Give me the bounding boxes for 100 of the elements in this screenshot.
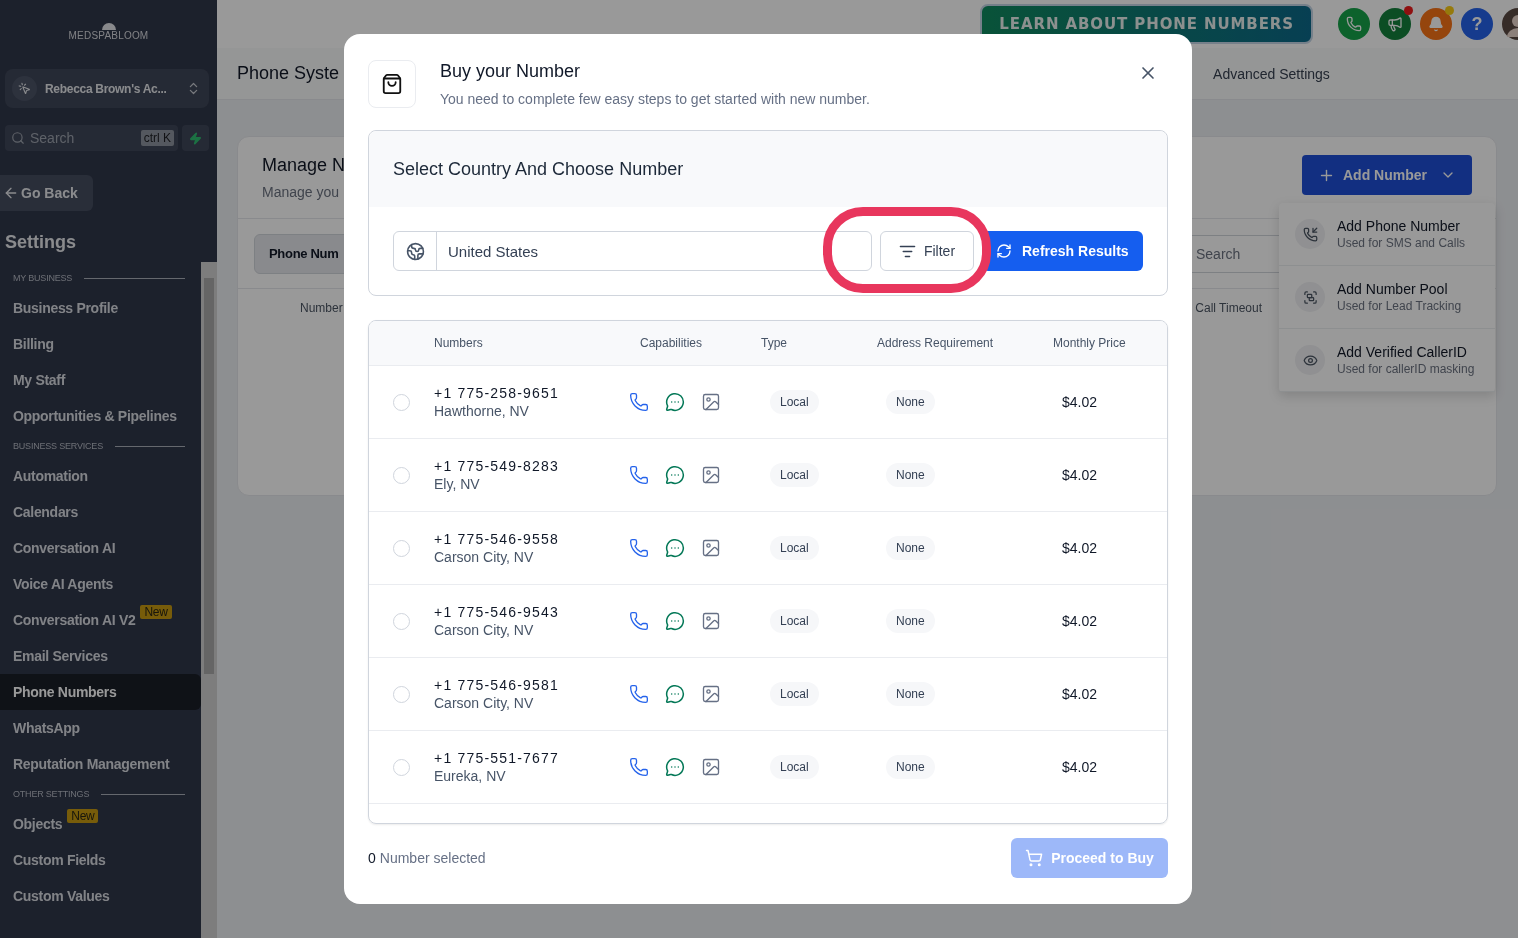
sidebar-item-label: Automation: [13, 468, 88, 484]
sidebar-item[interactable]: Reputation Management: [0, 746, 201, 782]
sidebar-item-label: Business Profile: [13, 300, 118, 316]
city-label: Carson City, NV: [434, 549, 535, 565]
phone-number: +1 775-546-9558: [434, 531, 561, 547]
shortcut-key: ctrl K: [140, 130, 174, 146]
sidebar-item-label: Custom Fields: [13, 852, 106, 868]
settings-tab[interactable]: Advanced Settings: [1213, 65, 1330, 82]
menu-item[interactable]: Add Verified CallerID Used for callerID masking: [1279, 329, 1495, 392]
city-label: Eureka, NV: [434, 768, 507, 784]
sidebar-item[interactable]: Opportunities & Pipelines: [0, 398, 201, 434]
sidebar-item[interactable]: WhatsApp: [0, 710, 201, 746]
price-cell-text: $4.02: [1061, 394, 1099, 410]
column-header: Capabilities: [639, 336, 704, 350]
sidebar-item-label: Voice AI Agents: [13, 576, 113, 592]
address-tag: None: [886, 609, 935, 633]
sidebar-item-label: Reputation Management: [13, 756, 170, 772]
country-select[interactable]: United States: [393, 231, 872, 271]
quick-action-button[interactable]: [182, 125, 209, 151]
menu-item-title: Add Phone Number: [1337, 218, 1461, 234]
selected-count: 0: [368, 850, 376, 866]
search-icon: [11, 131, 25, 145]
city-label: Ely, NV: [434, 476, 481, 492]
price-cell-text: $4.02: [1061, 759, 1099, 775]
scrollbar[interactable]: [201, 262, 217, 938]
radio-button[interactable]: [393, 539, 410, 557]
sidebar-item-label: Phone Numbers: [13, 684, 117, 700]
address-tag: None: [886, 390, 935, 414]
column-header: Type: [760, 336, 788, 350]
arrow-left-icon: [3, 185, 19, 201]
column-header: Number: [300, 301, 343, 315]
new-badge: New: [67, 809, 99, 823]
sidebar-item[interactable]: Voice AI Agents: [0, 566, 201, 602]
selected-label: Number selected: [379, 850, 486, 866]
sidebar-item[interactable]: Objects New: [0, 806, 201, 842]
go-back-button[interactable]: Go Back: [0, 175, 93, 211]
type-tag: Local: [770, 609, 819, 633]
add-number-button[interactable]: Add Number: [1302, 155, 1472, 195]
bell-icon: [1428, 16, 1444, 32]
phone-button[interactable]: [1338, 8, 1370, 40]
phone-icon: [1346, 16, 1362, 32]
sidebar-item[interactable]: Custom Values: [0, 878, 201, 914]
column-header: Monthly Price: [1052, 336, 1127, 350]
price-cell-text: $4.02: [1061, 540, 1099, 556]
sidebar-item[interactable]: Billing: [0, 326, 201, 362]
sidebar-item-label: Custom Values: [13, 888, 110, 904]
sidebar-item-label: My Staff: [13, 372, 66, 388]
sidebar-item[interactable]: Conversation AI V2 New: [0, 602, 201, 638]
filter-button[interactable]: Filter: [880, 231, 974, 271]
new-badge: New: [140, 605, 172, 619]
phone-number: +1 775-258-9651: [434, 385, 561, 401]
radio-button[interactable]: [393, 758, 410, 776]
radio-button[interactable]: [393, 393, 410, 411]
address-tag: None: [886, 463, 935, 487]
megaphone-icon: [1387, 16, 1403, 32]
notifications-button[interactable]: [1420, 8, 1452, 40]
sidebar-item[interactable]: My Staff: [0, 362, 201, 398]
address-tag: None: [886, 682, 935, 706]
column-header: Address Requirement: [876, 336, 995, 350]
eye-icon: [1302, 352, 1318, 368]
menu-item-title: Add Number Pool: [1337, 281, 1449, 297]
city-label: Carson City, NV: [434, 622, 535, 638]
sidebar-item[interactable]: Conversation AI: [0, 530, 201, 566]
price-cell-text: $4.02: [1061, 686, 1099, 702]
type-tag: Local: [770, 536, 819, 560]
section-heading: BUSINESS SERVICES: [13, 441, 103, 451]
city-label: Hawthorne, NV: [434, 403, 530, 419]
settings-title: Settings: [5, 232, 77, 254]
modal-title: Buy your Number: [440, 61, 582, 82]
address-tag: None: [886, 536, 935, 560]
announcements-button[interactable]: [1379, 8, 1411, 40]
city-label: Carson City, NV: [434, 695, 535, 711]
phone-number: +1 775-546-9543: [434, 604, 561, 620]
menu-item[interactable]: Add Phone Number Used for SMS and Calls: [1279, 203, 1495, 266]
phone-icon: [1302, 226, 1318, 242]
radio-button[interactable]: [393, 685, 410, 703]
menu-item-subtitle: Used for Lead Tracking: [1337, 299, 1462, 313]
phone-number: +1 775-549-8283: [434, 458, 561, 474]
card-title: Manage N: [262, 155, 346, 176]
type-tag: Local: [770, 463, 819, 487]
help-button[interactable]: ?: [1461, 8, 1493, 40]
menu-item[interactable]: Add Number Pool Used for Lead Tracking: [1279, 266, 1495, 329]
phone-number: +1 775-546-9581: [434, 677, 561, 693]
refresh-icon: [996, 243, 1012, 259]
sidebar-item[interactable]: Automation: [0, 458, 201, 494]
bag-icon: [368, 60, 416, 108]
sidebar-item[interactable]: Phone Numbers: [0, 674, 201, 710]
radio-button[interactable]: [393, 612, 410, 630]
search-field[interactable]: Search ctrl K: [5, 125, 178, 151]
section-title: Select Country And Choose Number: [369, 131, 1167, 207]
sidebar-item[interactable]: Custom Fields: [0, 842, 201, 878]
phone-number: +1 775-551-7677: [434, 750, 561, 766]
sidebar-item-label: Email Services: [13, 648, 108, 664]
sidebar-item[interactable]: Email Services: [0, 638, 201, 674]
type-tag: Local: [770, 755, 819, 779]
account-switcher[interactable]: Rebecca Brown's Ac...: [5, 69, 209, 108]
sidebar-item[interactable]: Business Profile: [0, 290, 201, 326]
sidebar-item[interactable]: Calendars: [0, 494, 201, 530]
radio-button[interactable]: [393, 466, 410, 484]
sidebar-item-label: Conversation AI: [13, 540, 116, 556]
